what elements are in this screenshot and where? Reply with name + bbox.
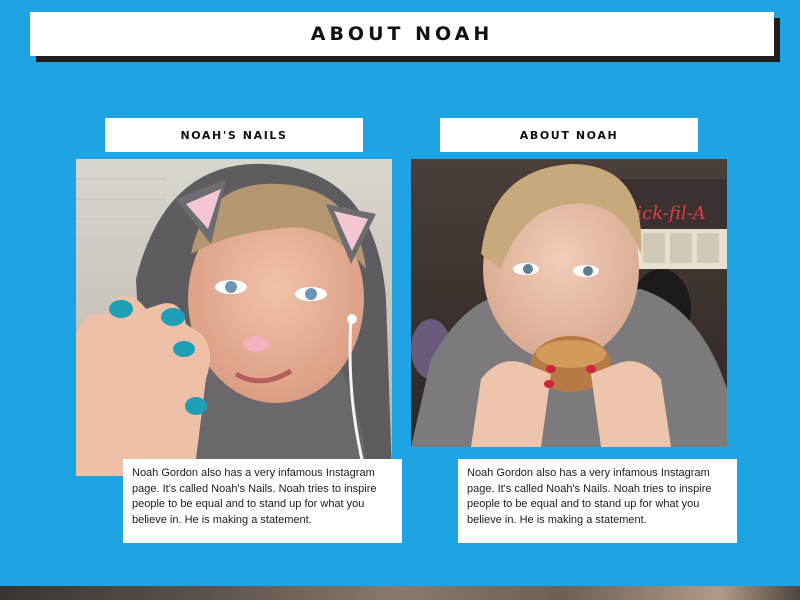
title-banner: ABOUT NOAH [30,12,774,56]
page: ABOUT NOAH NOAH'S NAILS Noah Gordon also… [0,0,800,600]
next-section-photo-strip [0,586,800,600]
card-title: ABOUT NOAH [519,128,619,142]
about-caption: Noah Gordon also has a very infamous Ins… [458,459,737,543]
card-header-about: ABOUT NOAH [440,118,698,152]
eating-photo: Chick-fil-A [411,159,727,447]
card-title: NOAH'S NAILS [180,128,288,142]
nails-caption: Noah Gordon also has a very infamous Ins… [123,459,402,543]
nails-selfie-photo [76,159,392,476]
card-header-nails: NOAH'S NAILS [105,118,363,152]
page-title: ABOUT NOAH [310,23,494,45]
